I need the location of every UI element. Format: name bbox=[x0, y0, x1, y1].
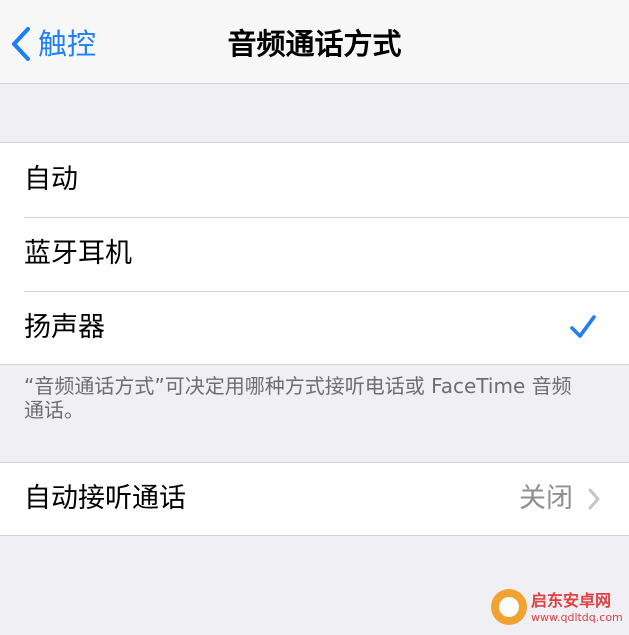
call-audio-options-group: 自动 蓝牙耳机 扬声器 bbox=[0, 142, 629, 365]
option-auto[interactable]: 自动 bbox=[0, 143, 629, 217]
watermark-name: 启东安卓网 bbox=[531, 590, 612, 610]
auto-answer-group: 自动接听通话 关闭 bbox=[0, 462, 629, 536]
watermark: 启东安卓网 www.qdltdq.com bbox=[491, 585, 623, 629]
option-label: 扬声器 bbox=[24, 312, 105, 343]
option-label: 自动 bbox=[24, 164, 78, 195]
watermark-url: www.qdltdq.com bbox=[531, 610, 623, 624]
watermark-logo-icon bbox=[491, 589, 527, 625]
auto-answer-value: 关闭 bbox=[519, 483, 573, 514]
chevron-right-icon bbox=[587, 488, 601, 514]
option-label: 蓝牙耳机 bbox=[24, 238, 132, 269]
footer-note: “音频通话方式”可决定用哪种方式接听电话或 FaceTime 音频通话。 bbox=[24, 374, 572, 422]
auto-answer-cell[interactable]: 自动接听通话 关闭 bbox=[0, 463, 629, 535]
option-speaker[interactable]: 扬声器 bbox=[0, 291, 629, 365]
auto-answer-label: 自动接听通话 bbox=[24, 483, 186, 514]
option-bluetooth-headset[interactable]: 蓝牙耳机 bbox=[0, 217, 629, 291]
back-button[interactable]: 触控 bbox=[10, 24, 96, 64]
chevron-left-icon bbox=[10, 26, 32, 62]
navigation-bar: 触控 音频通话方式 bbox=[0, 0, 629, 84]
checkmark-icon bbox=[569, 314, 597, 344]
back-label: 触控 bbox=[38, 27, 97, 61]
